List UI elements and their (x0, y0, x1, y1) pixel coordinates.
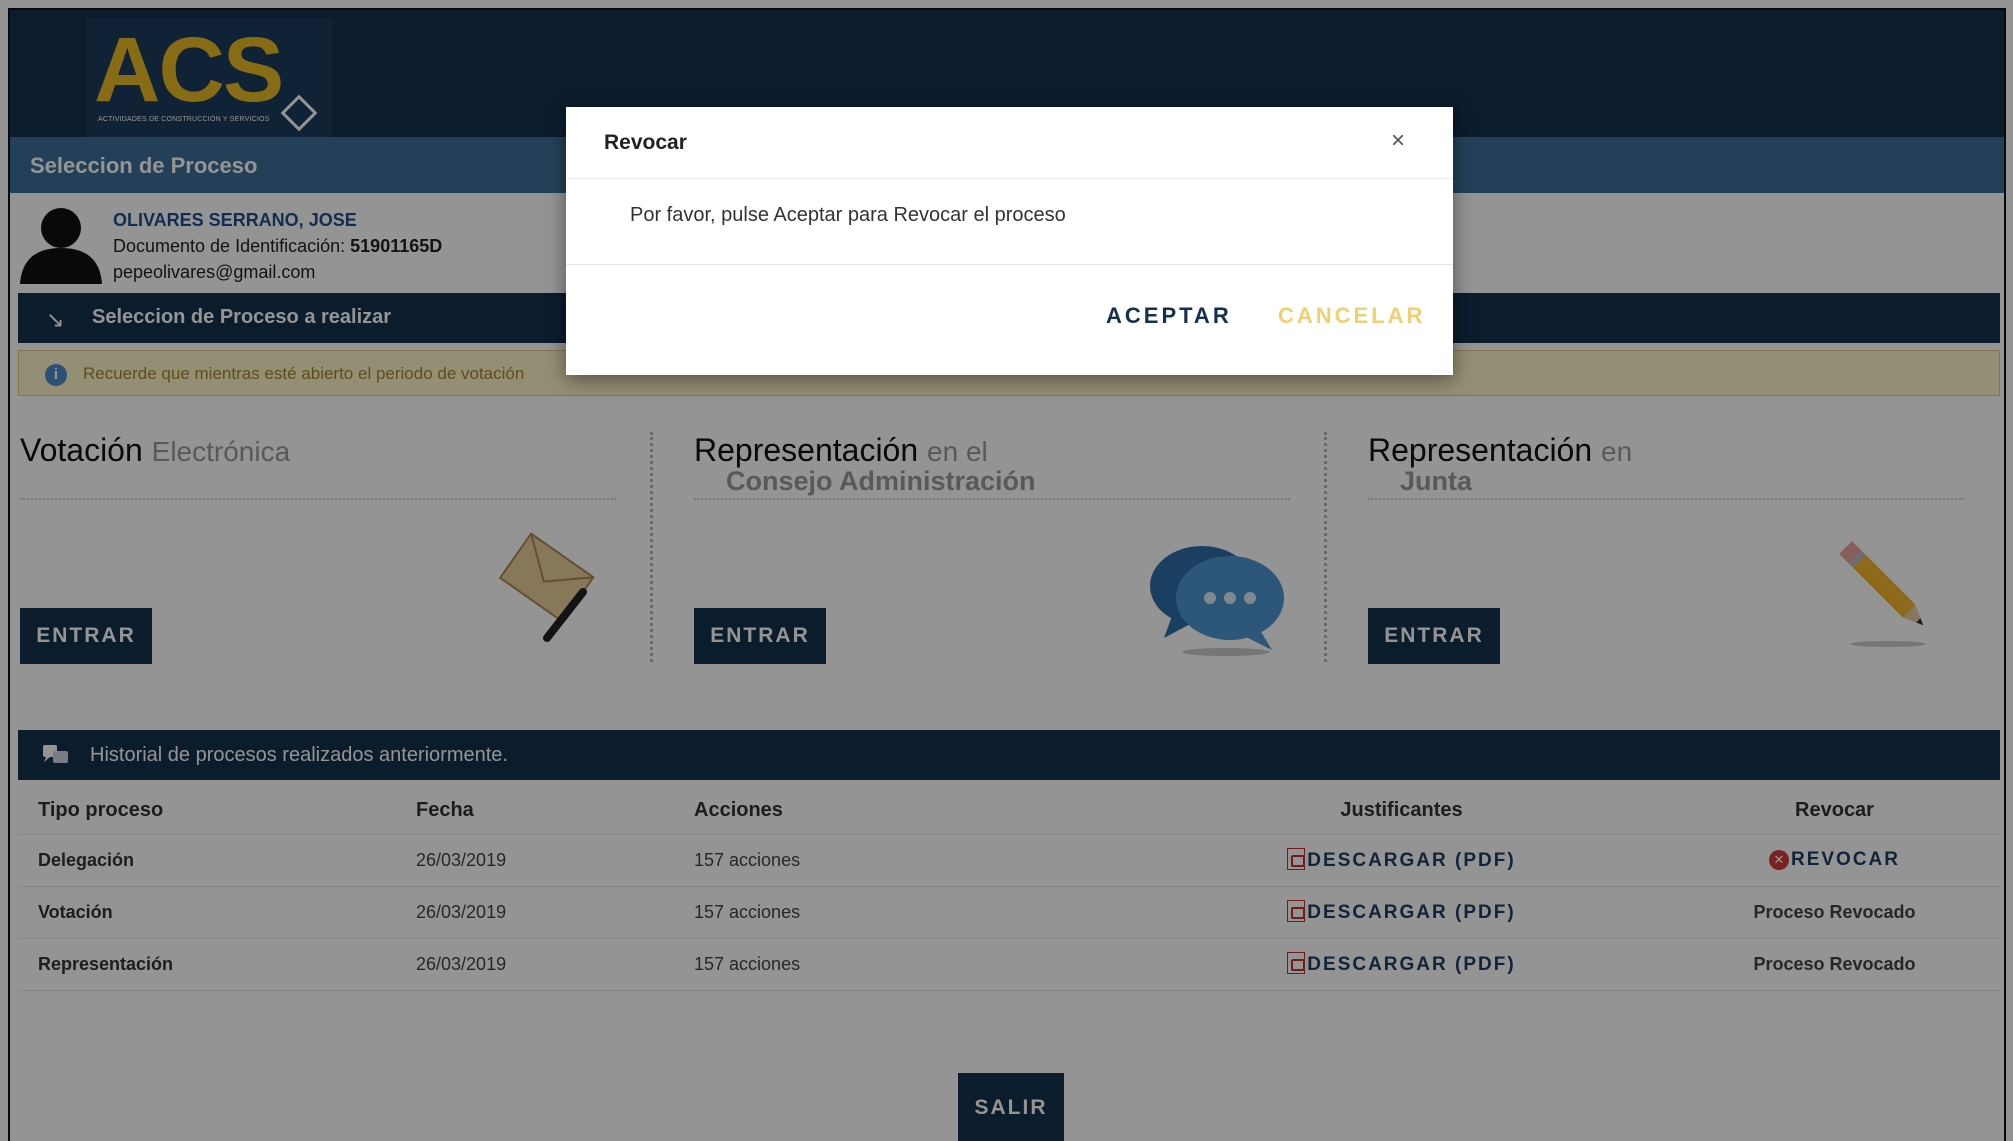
dialog-message: Por favor, pulse Aceptar para Revocar el… (630, 204, 1066, 226)
dialog-body: Por favor, pulse Aceptar para Revocar el… (566, 179, 1453, 265)
revoke-dialog: Revocar × Por favor, pulse Aceptar para … (566, 107, 1453, 375)
dialog-header: Revocar × (566, 107, 1453, 179)
accept-button[interactable]: ACEPTAR (1106, 303, 1232, 329)
cancel-button[interactable]: CANCELAR (1278, 303, 1425, 329)
close-icon[interactable]: × (1391, 127, 1405, 155)
dialog-title: Revocar (604, 131, 687, 154)
